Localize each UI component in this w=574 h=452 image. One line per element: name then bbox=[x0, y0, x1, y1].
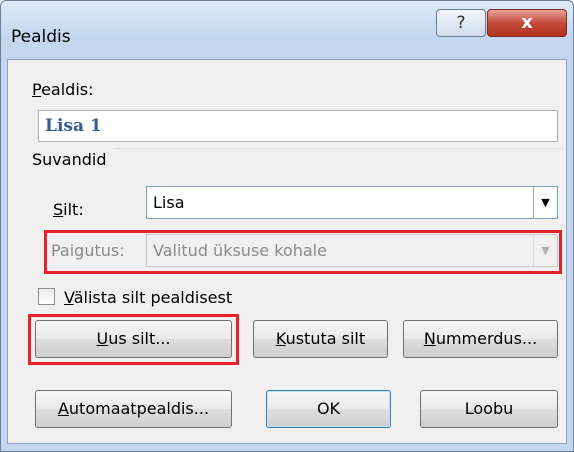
help-button[interactable]: ? bbox=[436, 9, 486, 37]
close-icon: x bbox=[521, 12, 533, 33]
caption-label: Pealdis: bbox=[32, 80, 94, 99]
options-header: Suvandid bbox=[32, 150, 107, 169]
numbering-button[interactable]: Nummerdus... bbox=[403, 320, 558, 358]
caption-dialog: Pealdis ? x Pealdis: Lisa 1 Suvandid Sil… bbox=[0, 0, 574, 452]
caption-input[interactable]: Lisa 1 bbox=[38, 110, 558, 142]
help-icon: ? bbox=[456, 13, 466, 33]
delete-label-button[interactable]: Kustuta silt bbox=[253, 320, 388, 358]
chevron-down-icon: ▼ bbox=[533, 235, 557, 266]
exclude-label-checkbox[interactable] bbox=[38, 288, 55, 305]
position-dropdown: Valitud üksuse kohale ▼ bbox=[146, 234, 558, 267]
autocaption-button[interactable]: Automaatpealdis... bbox=[35, 390, 232, 428]
cancel-button[interactable]: Loobu bbox=[420, 390, 558, 428]
dialog-title: Pealdis bbox=[11, 27, 71, 47]
dialog-body: Pealdis: Lisa 1 Suvandid Silt: Lisa ▼ Pa… bbox=[7, 59, 567, 444]
label-field-label: Silt: bbox=[53, 200, 84, 219]
ok-button[interactable]: OK bbox=[266, 390, 391, 428]
title-bar[interactable]: Pealdis ? x bbox=[1, 1, 573, 47]
chevron-down-icon[interactable]: ▼ bbox=[533, 187, 557, 218]
label-dropdown[interactable]: Lisa ▼ bbox=[146, 186, 558, 219]
new-label-button[interactable]: Uus silt... bbox=[35, 320, 232, 358]
close-button[interactable]: x bbox=[487, 9, 567, 37]
exclude-label-text[interactable]: Välista silt pealdisest bbox=[64, 288, 232, 307]
options-separator bbox=[115, 148, 563, 149]
position-dropdown-value: Valitud üksuse kohale bbox=[153, 241, 327, 260]
position-label: Paigutus: bbox=[51, 241, 125, 260]
label-dropdown-value: Lisa bbox=[153, 193, 185, 212]
